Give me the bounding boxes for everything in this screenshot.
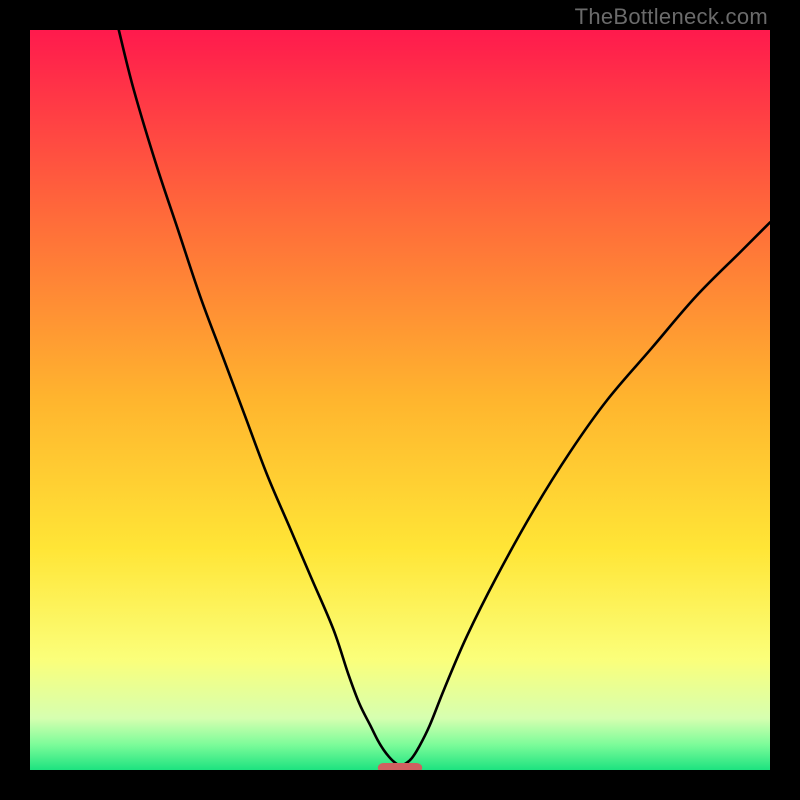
- outer-frame: TheBottleneck.com: [0, 0, 800, 800]
- watermark-text: TheBottleneck.com: [575, 4, 768, 30]
- gradient-background: [30, 30, 770, 770]
- plot-area: [30, 30, 770, 770]
- min-point-marker: [378, 763, 422, 770]
- chart-svg: [30, 30, 770, 770]
